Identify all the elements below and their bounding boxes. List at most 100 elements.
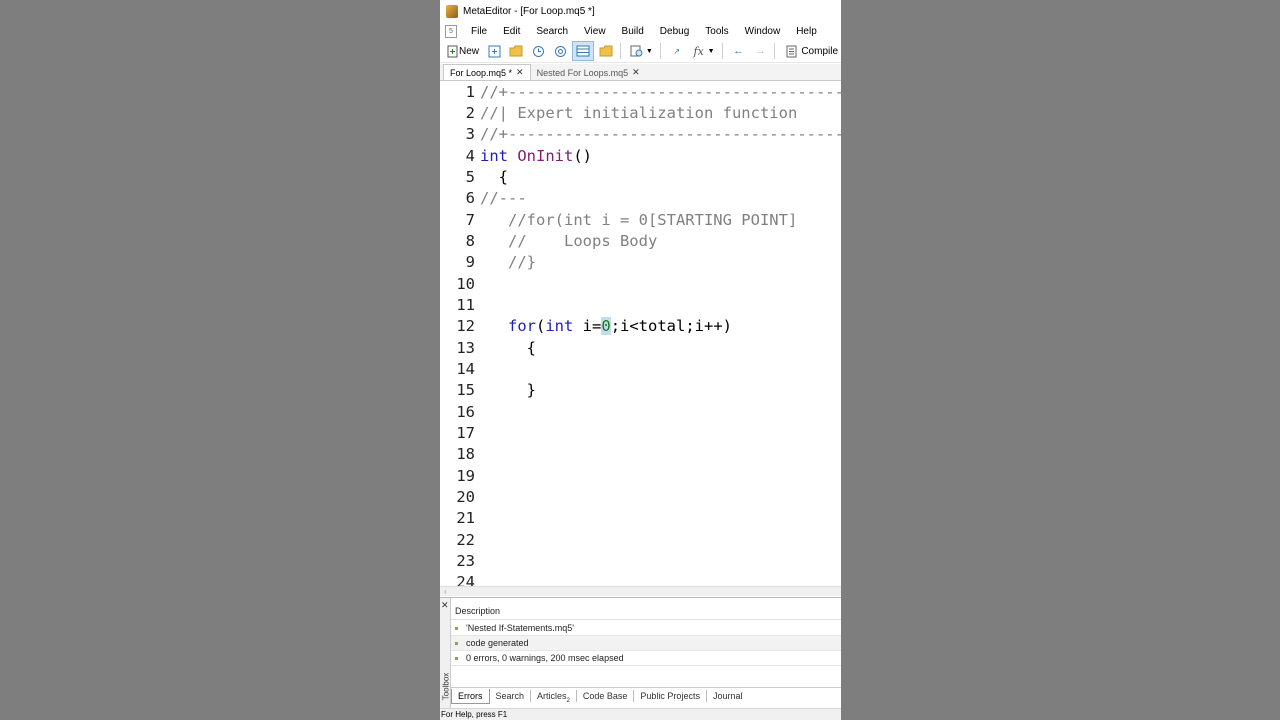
code-token: ( (536, 317, 546, 335)
line-number: 18 (456, 445, 475, 463)
folder-open-icon (509, 44, 523, 58)
line-number-gutter: 1 2 3 4 5 6 7 8 9 10 11 12 13 14 15 16 1… (440, 81, 478, 586)
code-editor[interactable]: 1 2 3 4 5 6 7 8 9 10 11 12 13 14 15 16 1… (440, 81, 841, 586)
document-tabs: For Loop.mq5 * ✕ Nested For Loops.mq5 ✕ (440, 64, 841, 81)
line-number: 13 (456, 339, 475, 357)
compile-button-label: Compile (801, 45, 839, 57)
toolbox-label: Toolbox (441, 672, 451, 701)
variable-button[interactable]: ↗ (667, 42, 687, 60)
list-item[interactable]: 'Nested If-Statements.mq5' (451, 621, 841, 636)
back-button[interactable]: ← (728, 42, 748, 60)
horizontal-scrollbar[interactable]: ‹ (440, 586, 841, 596)
line-number: 20 (456, 488, 475, 506)
info-bullet-icon (455, 657, 458, 661)
menu-tools[interactable]: Tools (697, 26, 736, 37)
new-button-label: New (459, 45, 480, 57)
folders-button[interactable] (596, 42, 616, 60)
clock-icon (531, 44, 545, 58)
menu-search[interactable]: Search (528, 26, 576, 37)
tab-nested-for-loops[interactable]: Nested For Loops.mq5 ✕ (531, 65, 646, 80)
tab-errors[interactable]: Errors (451, 688, 490, 704)
code-line: { (480, 339, 536, 357)
toolbar-separator (774, 43, 776, 59)
arrow-left-icon: ← (732, 45, 744, 57)
close-icon[interactable]: ✕ (516, 67, 524, 78)
new-button[interactable]: New (442, 42, 482, 60)
line-number: 9 (465, 253, 475, 271)
code-token: () (573, 147, 593, 165)
tab-articles[interactable]: Articles2 (531, 690, 577, 704)
code-area[interactable]: //+-------------------------------------… (480, 81, 841, 586)
open-button[interactable] (506, 42, 526, 60)
navigator-button[interactable] (572, 41, 595, 61)
line-number: 2 (465, 104, 475, 122)
toolbox-tabs: Errors Search Articles2 Code Base Public… (451, 687, 841, 704)
code-line: } (480, 381, 536, 399)
line-number: 16 (456, 403, 475, 421)
keyword: int (480, 147, 508, 165)
line-number: 17 (456, 424, 475, 442)
description-column-header[interactable]: Description (451, 602, 841, 620)
info-bullet-icon (455, 627, 458, 631)
find-button[interactable]: ▼ (627, 42, 656, 60)
line-number: 12 (456, 317, 475, 335)
tab-label: For Loop.mq5 * (450, 67, 513, 78)
line-number: 19 (456, 467, 475, 485)
tab-code-base[interactable]: Code Base (577, 690, 635, 702)
code-token: ;i<total;i++) (610, 317, 733, 335)
code-line: { (480, 168, 508, 186)
line-number: 23 (456, 552, 475, 570)
code-line: //| Expert initialization function (480, 104, 798, 122)
menu-debug[interactable]: Debug (652, 26, 697, 37)
refresh-button[interactable] (550, 42, 570, 60)
menu-edit[interactable]: Edit (495, 26, 528, 37)
menu-window[interactable]: Window (737, 26, 789, 37)
message-text: 0 errors, 0 warnings, 200 msec elapsed (466, 653, 624, 663)
function-name: OnInit (517, 147, 574, 165)
close-icon[interactable]: ✕ (441, 600, 449, 611)
line-number: 14 (456, 360, 475, 378)
line-number: 3 (465, 125, 475, 143)
line-number: 22 (456, 531, 475, 549)
navigator-panel-icon (576, 44, 590, 58)
tab-label: Articles (537, 691, 567, 701)
document-menu-icon[interactable]: 5 (445, 24, 457, 38)
tab-search[interactable]: Search (490, 690, 532, 702)
search-files-icon (630, 44, 644, 58)
message-text: 'Nested If-Statements.mq5' (466, 623, 574, 633)
add-file-icon (487, 44, 501, 58)
tab-public-projects[interactable]: Public Projects (634, 690, 707, 702)
forward-button[interactable]: → (750, 42, 770, 60)
tab-for-loop[interactable]: For Loop.mq5 * ✕ (443, 64, 531, 80)
line-number: 6 (465, 189, 475, 207)
function-button[interactable]: fx ▼ (689, 42, 718, 60)
code-line: //--- (480, 189, 527, 207)
add-file-button[interactable] (484, 42, 504, 60)
menu-view[interactable]: View (576, 26, 614, 37)
menu-build[interactable]: Build (614, 26, 652, 37)
history-button[interactable] (528, 42, 548, 60)
line-number: 4 (465, 147, 475, 165)
background-left (0, 0, 440, 720)
compile-icon (784, 44, 798, 58)
status-bar: For Help, press F1 (440, 708, 841, 720)
metaeditor-window: MetaEditor - [For Loop.mq5 *] 5 File Edi… (440, 0, 841, 720)
menu-file[interactable]: File (463, 26, 495, 37)
code-line: for(int i=0;i<total;i++) (480, 316, 732, 337)
tab-journal[interactable]: Journal (707, 690, 749, 702)
compile-button[interactable]: Compile (781, 42, 841, 60)
keyword: int (545, 317, 574, 335)
chevron-down-icon: ▼ (707, 47, 715, 55)
number-literal: 0 (601, 317, 611, 335)
line-number: 15 (456, 381, 475, 399)
menu-help[interactable]: Help (788, 26, 825, 37)
list-item[interactable]: code generated (451, 636, 841, 651)
close-icon[interactable]: ✕ (632, 67, 640, 78)
folders-icon (599, 44, 613, 58)
list-item[interactable]: 0 errors, 0 warnings, 200 msec elapsed (451, 651, 841, 666)
menu-bar: 5 File Edit Search View Build Debug Tool… (440, 22, 841, 40)
toolbox-side-strip: ✕ Toolbox (440, 598, 451, 708)
refresh-icon (553, 44, 567, 58)
keyword: for (508, 317, 536, 335)
